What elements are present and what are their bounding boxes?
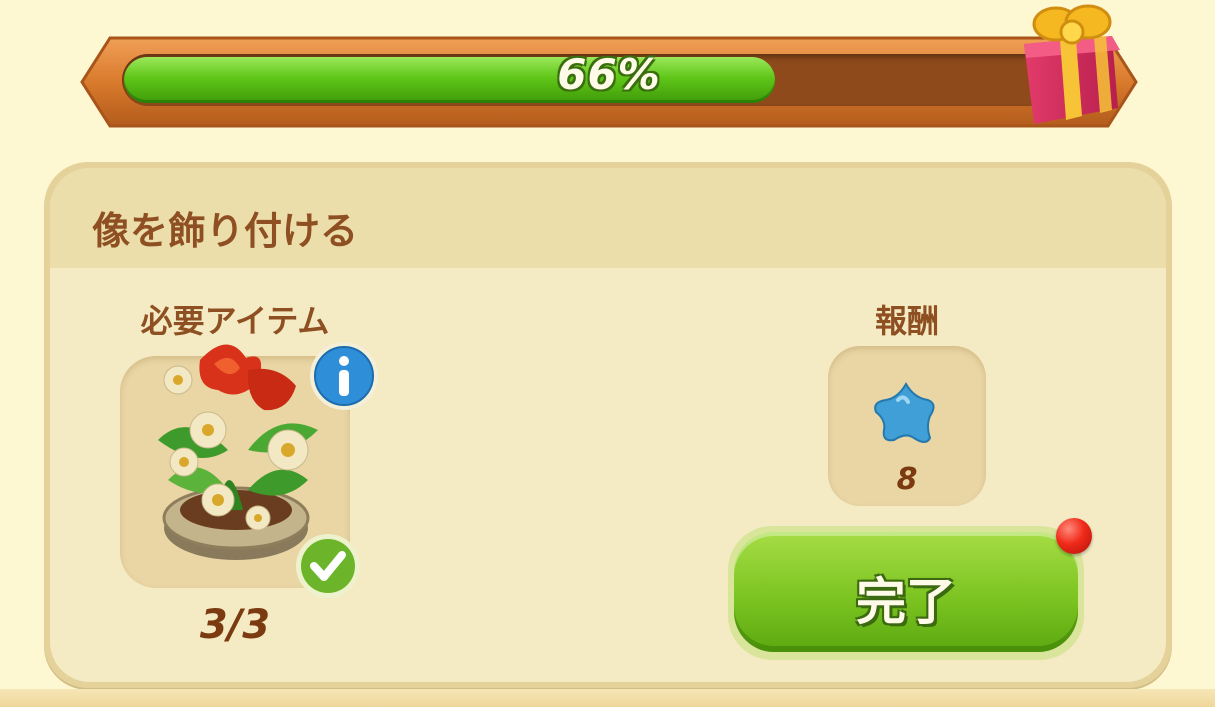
info-icon[interactable] bbox=[308, 340, 380, 416]
item-count: 3/3 bbox=[199, 602, 271, 648]
complete-button-label: 完了 bbox=[856, 574, 956, 630]
panel-header: 像を飾り付ける bbox=[50, 168, 1166, 268]
notification-dot bbox=[1056, 518, 1092, 554]
complete-button[interactable]: 完了 bbox=[728, 526, 1084, 660]
progress-percent: 66% bbox=[557, 50, 661, 99]
bottom-strip bbox=[0, 689, 1215, 707]
reward-label: 報酬 bbox=[874, 302, 939, 340]
gift-box-icon[interactable] bbox=[1016, 0, 1126, 130]
quest-title: 像を飾り付ける bbox=[92, 209, 359, 253]
check-icon bbox=[294, 532, 362, 604]
blue-star-icon bbox=[870, 380, 942, 452]
reward-amount: 8 bbox=[896, 462, 918, 497]
progress-bar: 66% bbox=[80, 36, 1138, 128]
